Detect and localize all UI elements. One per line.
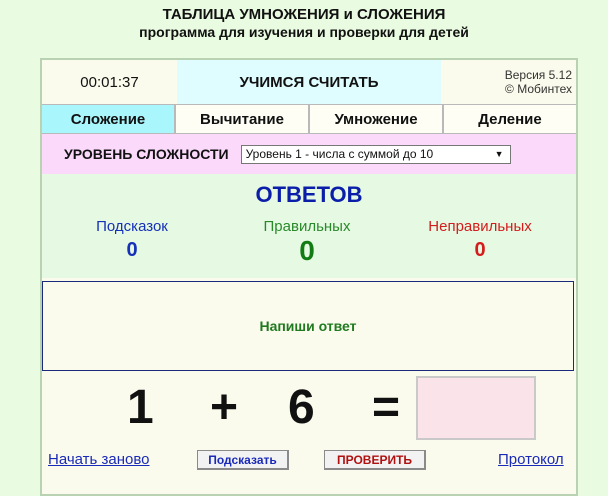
message-box: Напиши ответ <box>42 281 574 371</box>
bottom-bar: Начать заново Подсказать ПРОВЕРИТЬ Прото… <box>42 448 576 472</box>
correct-stat: Правильных 0 <box>222 218 392 267</box>
difficulty-label: УРОВЕНЬ СЛОЖНОСТИ <box>64 146 229 162</box>
restart-link[interactable]: Начать заново <box>48 451 150 468</box>
stats-panel: ОТВЕТОВ Подсказок 0 Правильных 0 Неправи… <box>42 174 576 278</box>
dropdown-arrow-icon: ▼ <box>494 148 504 159</box>
message-text: Напиши ответ <box>259 318 357 334</box>
hints-count: 0 <box>126 239 138 261</box>
correct-count: 0 <box>299 235 315 266</box>
operand-b: 6 <box>288 381 315 434</box>
wrong-stat: Неправильных 0 <box>395 218 565 262</box>
operand-a: 1 <box>127 381 154 434</box>
top-row: 00:01:37 УЧИМСЯ СЧИТАТЬ Версия 5.12 © Мо… <box>42 60 576 104</box>
equation: 1 + 6 = <box>42 376 576 442</box>
correct-label: Правильных <box>263 218 351 235</box>
wrong-count: 0 <box>474 239 486 261</box>
wrong-label: Неправильных <box>428 218 532 235</box>
app-title: ТАБЛИЦА УМНОЖЕНИЯ и СЛОЖЕНИЯ <box>162 6 446 23</box>
hints-stat: Подсказок 0 <box>47 218 217 262</box>
copyright-label: © Мобинтех <box>505 82 572 96</box>
protocol-link[interactable]: Протокол <box>498 451 564 468</box>
version-label: Версия 5.12 <box>504 68 572 82</box>
version-info: Версия 5.12 © Мобинтех <box>441 60 576 104</box>
difficulty-select[interactable]: Уровень 1 - числа с суммой до 10 ▼ <box>240 144 511 164</box>
tab-division[interactable]: Деление <box>444 105 576 133</box>
tab-addition[interactable]: Сложение <box>42 105 176 133</box>
operator: + <box>210 381 239 434</box>
hints-label: Подсказок <box>96 218 168 235</box>
equals-sign: = <box>372 381 401 434</box>
difficulty-selected-value: Уровень 1 - числа с суммой до 10 <box>245 147 434 161</box>
operation-tabs: Сложение Вычитание Умножение Деление <box>42 104 576 134</box>
difficulty-bar: УРОВЕНЬ СЛОЖНОСТИ Уровень 1 - числа с су… <box>42 134 576 174</box>
hint-button[interactable]: Подсказать <box>197 450 289 470</box>
mode-title: УЧИМСЯ СЧИТАТЬ <box>177 60 441 104</box>
tab-multiplication[interactable]: Умножение <box>310 105 444 133</box>
app-panel: 00:01:37 УЧИМСЯ СЧИТАТЬ Версия 5.12 © Мо… <box>40 58 578 496</box>
tab-subtraction[interactable]: Вычитание <box>176 105 310 133</box>
timer: 00:01:37 <box>42 60 177 104</box>
check-button[interactable]: ПРОВЕРИТЬ <box>324 450 426 470</box>
app-subtitle: программа для изучения и проверки для де… <box>139 24 469 40</box>
answers-title: ОТВЕТОВ <box>255 182 363 207</box>
answer-input[interactable] <box>416 376 536 440</box>
